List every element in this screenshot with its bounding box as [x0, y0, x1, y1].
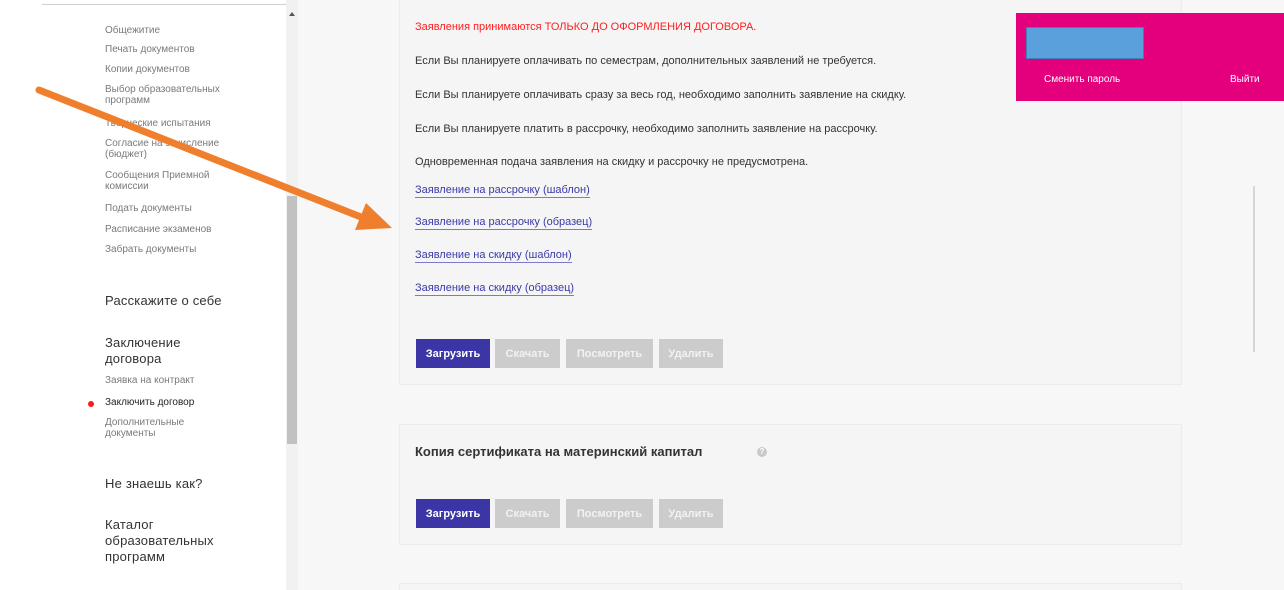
sidebar-item-admission-messages[interactable]: Сообщения Приемной комиссии [105, 170, 225, 192]
user-panel: Сменить пароль Выйти [1016, 13, 1284, 101]
sidebar-item-document-copies[interactable]: Копии документов [105, 64, 265, 75]
sidebar-item-exam-schedule[interactable]: Расписание экзаменов [105, 224, 265, 235]
user-name-box [1026, 27, 1144, 59]
maternity-download-button[interactable]: Скачать [495, 499, 560, 528]
view-button[interactable]: Посмотреть [566, 339, 653, 368]
info-line-full-year: Если Вы планируете оплачивать сразу за в… [415, 89, 907, 101]
maternity-view-button[interactable]: Посмотреть [566, 499, 653, 528]
sidebar-item-take-documents[interactable]: Забрать документы [105, 244, 265, 255]
sidebar-item-additional-documents[interactable]: Дополнительные документы [105, 417, 215, 439]
delete-button[interactable]: Удалить [659, 339, 723, 368]
maternity-capital-title: Копия сертификата на материнский капитал [415, 444, 703, 459]
sidebar-item-enrollment-consent[interactable]: Согласие на зачисление (бюджет) [105, 138, 240, 160]
link-discount-template[interactable]: Заявление на скидку (шаблон) [415, 249, 572, 263]
maternity-upload-button[interactable]: Загрузить [416, 499, 490, 528]
sidebar-section-catalog[interactable]: Каталог образовательных программ [105, 517, 240, 565]
sidebar-section-about[interactable]: Расскажите о себе [105, 293, 265, 309]
sidebar-divider [42, 4, 286, 5]
sidebar: Общежитие Печать документов Копии докуме… [0, 0, 286, 590]
sidebar-item-program-choice[interactable]: Выбор образовательных программ [105, 84, 240, 106]
scrollbar-thumb[interactable] [287, 196, 297, 444]
link-installment-sample[interactable]: Заявление на рассрочку (образец) [415, 216, 593, 230]
scroll-up-arrow-icon[interactable] [289, 12, 295, 16]
sidebar-section-contract[interactable]: Заключение договора [105, 335, 225, 367]
sidebar-item-creative-tests[interactable]: Творческие испытания [105, 118, 265, 129]
link-installment-template[interactable]: Заявление на рассрочку (шаблон) [415, 184, 590, 198]
sidebar-item-print-documents[interactable]: Печать документов [105, 44, 265, 55]
active-indicator-dot [88, 401, 94, 407]
page-scrollbar[interactable] [1253, 186, 1255, 352]
info-line-semester: Если Вы планируете оплачивать по семестр… [415, 55, 877, 67]
sidebar-scrollbar[interactable] [286, 0, 298, 590]
maternity-delete-button[interactable]: Удалить [659, 499, 723, 528]
download-button[interactable]: Скачать [495, 339, 560, 368]
upload-button[interactable]: Загрузить [416, 339, 490, 368]
logout-link[interactable]: Выйти [1230, 74, 1260, 85]
sidebar-item-submit-documents[interactable]: Подать документы [105, 203, 265, 214]
sidebar-section-help[interactable]: Не знаешь как? [105, 476, 265, 492]
sidebar-item-sign-contract[interactable]: Заключить договор [105, 397, 265, 408]
info-line-no-combination: Одновременная подача заявления на скидку… [415, 156, 809, 168]
notice-text: Заявления принимаются ТОЛЬКО ДО ОФОРМЛЕН… [415, 21, 757, 33]
sidebar-item-contract-request[interactable]: Заявка на контракт [105, 375, 265, 386]
sidebar-item-dormitory[interactable]: Общежитие [105, 25, 265, 36]
info-line-installment: Если Вы планируете платить в рассрочку, … [415, 123, 878, 135]
app-window: Общежитие Печать документов Копии докуме… [0, 0, 1284, 590]
next-card [399, 583, 1182, 590]
question-icon[interactable]: ? [757, 447, 767, 457]
link-discount-sample[interactable]: Заявление на скидку (образец) [415, 282, 575, 296]
change-password-link[interactable]: Сменить пароль [1044, 74, 1120, 85]
